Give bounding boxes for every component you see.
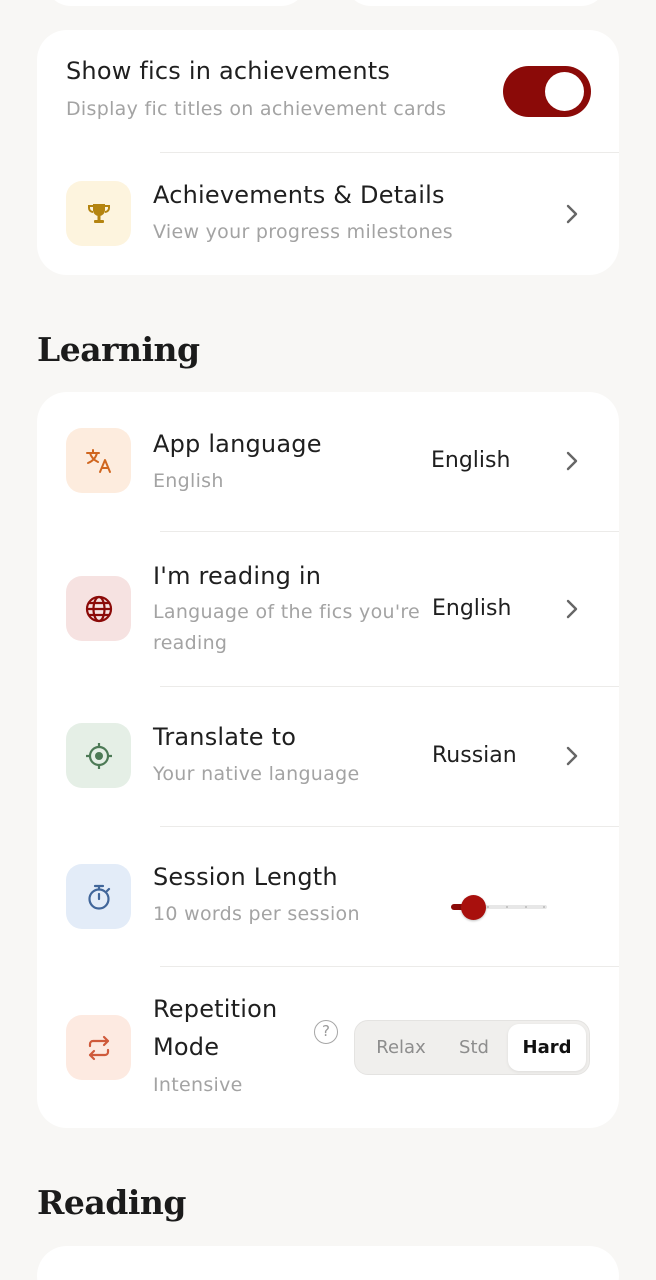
toggle-knob (545, 72, 584, 111)
partial-card-left (45, 0, 307, 6)
session-length-slider[interactable] (451, 892, 547, 922)
help-icon[interactable]: ? (314, 1020, 338, 1044)
app-language-title: App language (153, 430, 322, 458)
app-language-row[interactable]: App language English English (37, 392, 619, 531)
learning-heading: Learning (37, 330, 200, 369)
show-fics-toggle[interactable] (503, 66, 591, 117)
partial-card-right (345, 0, 607, 6)
show-fics-row[interactable]: Show fics in achievements Display fic ti… (37, 30, 619, 152)
achievements-row[interactable]: Achievements & Details View your progres… (37, 153, 619, 275)
slider-tick (487, 906, 489, 908)
segment-relax[interactable]: Relax (363, 1021, 439, 1074)
repetition-mode-selector: Relax Std Hard (354, 1020, 590, 1075)
globe-icon (66, 576, 131, 641)
session-length-subtitle: 10 words per session (153, 903, 360, 925)
reading-in-subtitle-line2: reading (153, 632, 228, 654)
show-fics-subtitle: Display fic titles on achievement cards (66, 98, 447, 120)
slider-tick (525, 906, 527, 908)
repeat-icon (66, 1015, 131, 1080)
chevron-right-icon (566, 204, 578, 224)
achievements-subtitle: View your progress milestones (153, 221, 454, 243)
repetition-mode-title-line1: Repetition (153, 995, 278, 1023)
trophy-icon (66, 181, 131, 246)
translate-to-title: Translate to (153, 723, 297, 751)
chevron-right-icon (566, 599, 578, 619)
reading-heading: Reading (37, 1183, 186, 1222)
reading-in-subtitle-line1: Language of the fics you're (153, 601, 421, 623)
show-fics-title: Show fics in achievements (66, 57, 391, 85)
translate-icon (66, 428, 131, 493)
reading-in-title: I'm reading in (153, 562, 322, 590)
chevron-right-icon (566, 451, 578, 471)
achievements-title: Achievements & Details (153, 181, 445, 209)
reading-in-row[interactable]: I'm reading in Language of the fics you'… (37, 532, 619, 686)
stopwatch-icon (66, 864, 131, 929)
chevron-right-icon (566, 746, 578, 766)
achievements-card: Show fics in achievements Display fic ti… (37, 30, 619, 275)
translate-to-value: Russian (432, 743, 517, 768)
slider-tick (506, 906, 508, 908)
translate-to-subtitle: Your native language (153, 763, 360, 785)
segment-std[interactable]: Std (439, 1021, 509, 1074)
app-language-value: English (431, 448, 511, 473)
segment-hard[interactable]: Hard (508, 1024, 586, 1071)
slider-thumb[interactable] (461, 895, 486, 920)
translate-to-row[interactable]: Translate to Your native language Russia… (37, 687, 619, 826)
repetition-mode-subtitle: Intensive (153, 1074, 243, 1096)
session-length-title: Session Length (153, 863, 338, 891)
app-language-subtitle: English (153, 470, 224, 492)
reading-card (37, 1246, 619, 1280)
slider-tick (543, 906, 545, 908)
reading-in-value: English (432, 596, 512, 621)
target-icon (66, 723, 131, 788)
learning-card: App language English English I'm reading… (37, 392, 619, 1128)
repetition-mode-title-line2: Mode (153, 1033, 220, 1061)
